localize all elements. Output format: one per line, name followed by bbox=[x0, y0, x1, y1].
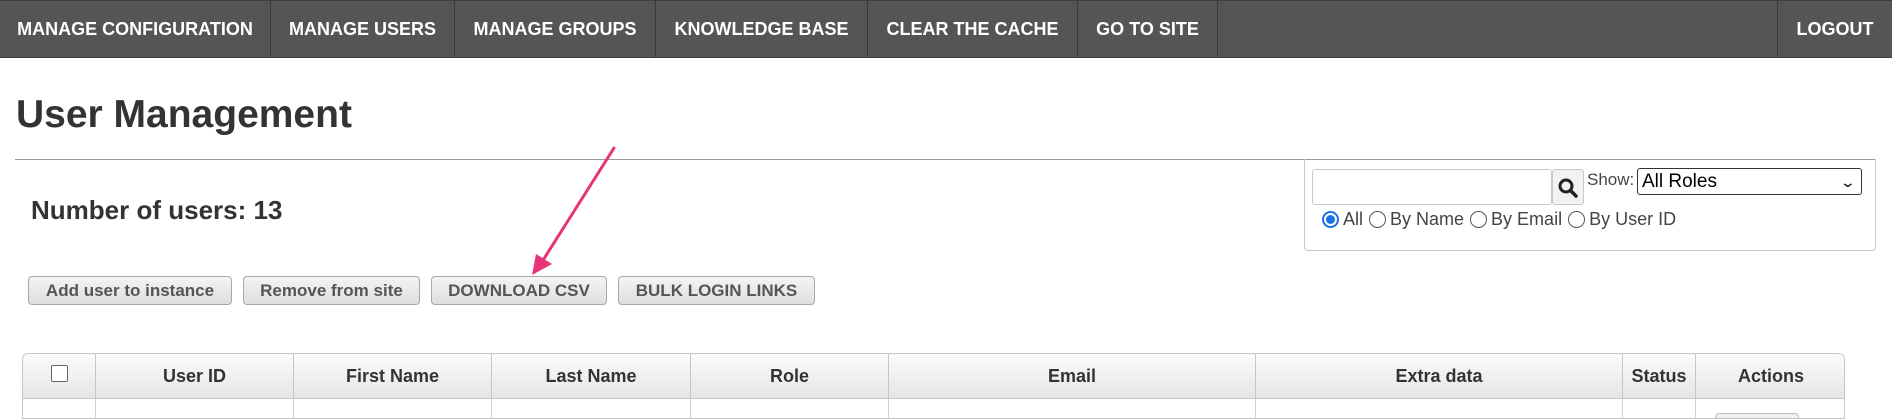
table-cell bbox=[691, 399, 889, 418]
show-label: Show: bbox=[1587, 170, 1635, 189]
table-cell bbox=[294, 399, 492, 418]
table-cell bbox=[1623, 399, 1696, 418]
column-header-extra-data[interactable]: Extra data bbox=[1256, 354, 1623, 399]
nav-manage-users[interactable]: MANAGE USERS bbox=[271, 1, 455, 58]
row-action-button[interactable] bbox=[1715, 413, 1799, 418]
logout-link[interactable]: LOGOUT bbox=[1777, 1, 1892, 58]
table-row bbox=[23, 399, 1844, 418]
filter-by-name-label: By Name bbox=[1390, 208, 1465, 229]
nav-manage-configuration[interactable]: MANAGE CONFIGURATION bbox=[0, 1, 271, 58]
column-header-status[interactable]: Status bbox=[1623, 354, 1696, 399]
select-all-checkbox[interactable] bbox=[51, 365, 68, 382]
column-header-user-id[interactable]: User ID bbox=[96, 354, 294, 399]
users-table: User ID First Name Last Name Role Email … bbox=[22, 353, 1845, 419]
user-count: Number of users: 13 bbox=[31, 195, 283, 225]
table-header: User ID First Name Last Name Role Email … bbox=[23, 354, 1844, 399]
role-select-value: All Roles bbox=[1642, 171, 1717, 192]
filter-by-name-radio[interactable] bbox=[1369, 210, 1387, 228]
search-filter-group: All By Name By Email By User ID bbox=[1318, 208, 1678, 230]
column-header-last-name[interactable]: Last Name bbox=[492, 354, 691, 399]
download-csv-button[interactable]: DOWNLOAD CSV bbox=[431, 276, 607, 305]
nav-knowledge-base[interactable]: KNOWLEDGE BASE bbox=[656, 1, 868, 58]
nav-go-to-site[interactable]: GO TO SITE bbox=[1078, 1, 1218, 58]
search-input[interactable] bbox=[1312, 169, 1552, 205]
page-title: User Management bbox=[16, 93, 352, 136]
search-icon bbox=[1558, 178, 1578, 198]
filter-all-label: All bbox=[1343, 208, 1364, 229]
nav-manage-groups[interactable]: MANAGE GROUPS bbox=[455, 1, 656, 58]
column-header-email[interactable]: Email bbox=[889, 354, 1256, 399]
filter-by-email-label: By Email bbox=[1491, 208, 1563, 229]
table-cell bbox=[889, 399, 1256, 418]
search-button[interactable] bbox=[1552, 169, 1584, 205]
column-header-role[interactable]: Role bbox=[691, 354, 889, 399]
table-cell bbox=[96, 399, 294, 418]
select-all-header bbox=[23, 354, 96, 399]
table-cell bbox=[23, 399, 96, 418]
filter-by-user-id-radio[interactable] bbox=[1568, 210, 1586, 228]
bulk-login-links-button[interactable]: BULK LOGIN LINKS bbox=[618, 276, 815, 305]
nav-clear-the-cache[interactable]: CLEAR THE CACHE bbox=[868, 1, 1078, 58]
filter-by-user-id-label: By User ID bbox=[1589, 208, 1677, 229]
table-cell bbox=[1256, 399, 1623, 418]
table-cell bbox=[492, 399, 691, 418]
remove-from-site-button[interactable]: Remove from site bbox=[243, 276, 420, 305]
column-header-actions: Actions bbox=[1737, 366, 1804, 386]
chevron-down-icon: ⌄ bbox=[1839, 174, 1857, 190]
role-select[interactable]: All Roles ⌄ bbox=[1637, 168, 1862, 195]
column-header-first-name[interactable]: First Name bbox=[294, 354, 492, 399]
filter-by-email-radio[interactable] bbox=[1470, 210, 1488, 228]
add-user-button[interactable]: Add user to instance bbox=[28, 276, 232, 305]
filter-all-radio[interactable] bbox=[1322, 210, 1339, 228]
top-navigation: MANAGE CONFIGURATION MANAGE USERS MANAGE… bbox=[0, 0, 1892, 58]
